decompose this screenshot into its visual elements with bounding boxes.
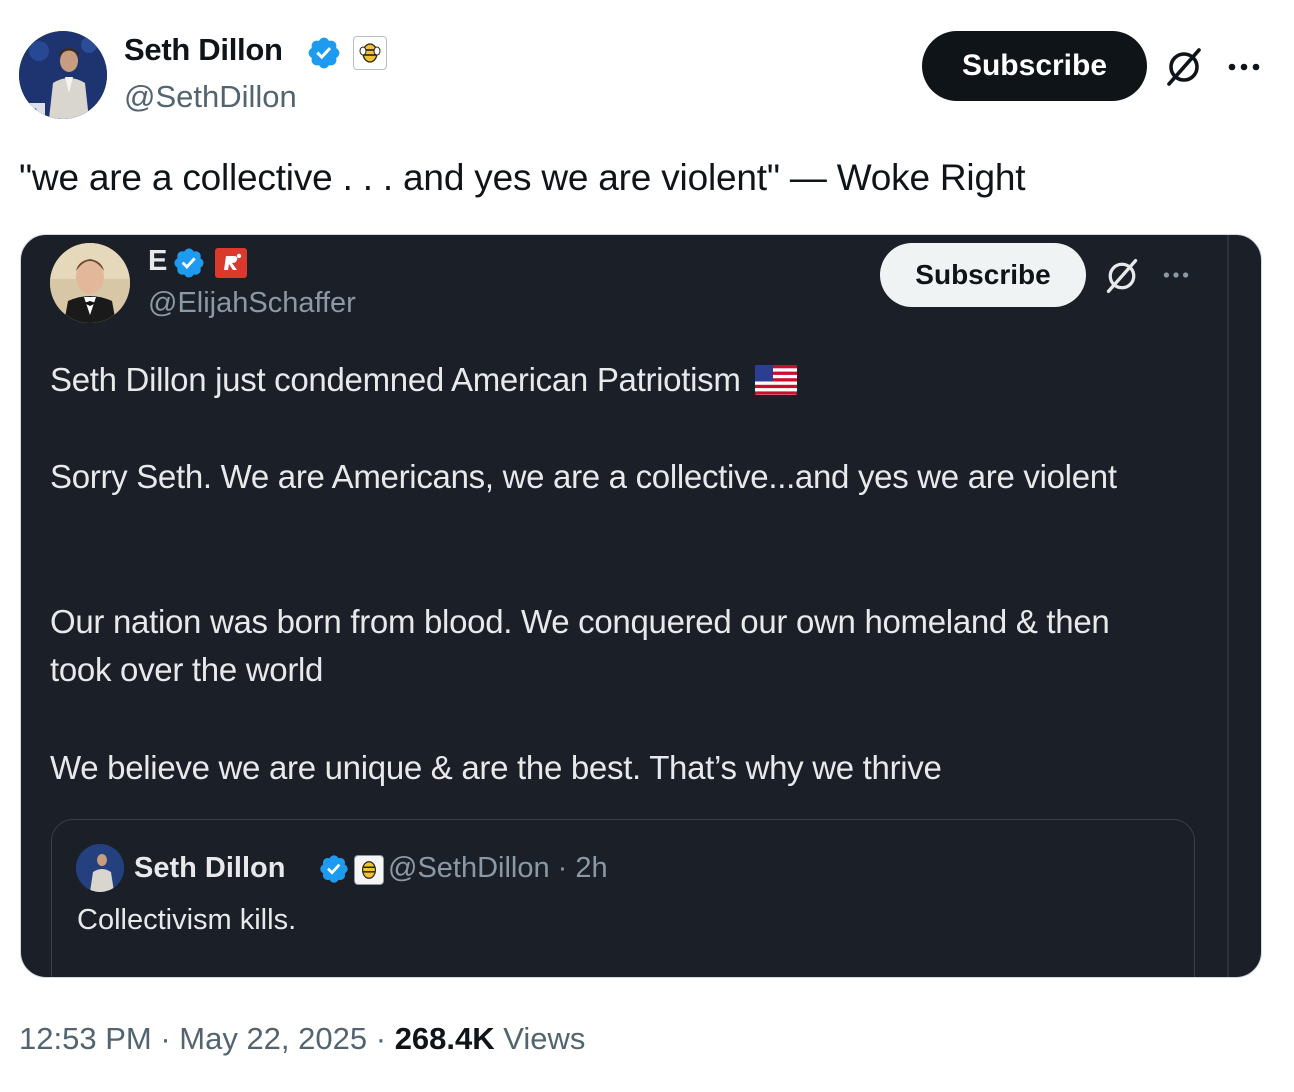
embedded-author-handle: @ElijahSchaffer bbox=[148, 287, 356, 319]
grok-icon[interactable] bbox=[1163, 46, 1205, 88]
author-handle[interactable]: @SethDillon bbox=[124, 79, 297, 115]
quoted-author-avatar bbox=[76, 844, 124, 892]
embedded-more-icon bbox=[1159, 263, 1193, 287]
embedded-author-display-name: E bbox=[148, 245, 168, 277]
quoted-babylon-bee-logo-icon bbox=[354, 855, 384, 885]
quoted-tweet: Seth Dillon @SethDillon · 2h Collectivis… bbox=[51, 819, 1195, 977]
author-avatar[interactable]: ON bbox=[19, 31, 107, 119]
embedded-paragraph-1: Seth Dillon just condemned American Patr… bbox=[50, 356, 798, 404]
quoted-verified-badge-icon bbox=[320, 855, 348, 883]
embedded-author-avatar bbox=[50, 243, 130, 323]
author-display-name[interactable]: Seth Dillon bbox=[124, 32, 283, 68]
views-label: Views bbox=[503, 1021, 586, 1056]
tweet-metadata: 12:53 PM · May 22, 2025 · 268.4K Views bbox=[19, 1021, 585, 1057]
embedded-paragraph-3: Our nation was born from blood. We conqu… bbox=[50, 603, 1110, 688]
verified-badge-icon bbox=[308, 37, 340, 69]
red-affiliate-logo-icon bbox=[215, 248, 247, 278]
embedded-screenshot[interactable]: E @ElijahSchaffer Subscribe Seth Dillon … bbox=[20, 234, 1262, 978]
quoted-handle-time: @SethDillon · 2h bbox=[388, 852, 608, 884]
more-options-icon[interactable] bbox=[1224, 52, 1264, 82]
views-count: 268.4K bbox=[394, 1021, 495, 1056]
embedded-tweet: E @ElijahSchaffer Subscribe Seth Dillon … bbox=[21, 235, 1229, 977]
tweet-text: "we are a collective . . . and yes we ar… bbox=[19, 157, 1026, 198]
tweet-time[interactable]: 12:53 PM bbox=[19, 1021, 152, 1056]
quoted-author-display-name: Seth Dillon bbox=[134, 852, 286, 884]
embedded-paragraph-4: We believe we are unique & are the best.… bbox=[50, 749, 942, 786]
svg-text:ON: ON bbox=[22, 108, 37, 118]
embedded-verified-badge-icon bbox=[174, 248, 204, 278]
embedded-paragraph-2: Sorry Seth. We are Americans, we are a c… bbox=[50, 458, 1117, 495]
babylon-bee-logo-icon[interactable] bbox=[353, 36, 387, 70]
embedded-grok-icon bbox=[1103, 257, 1141, 295]
embedded-subscribe-button: Subscribe bbox=[880, 243, 1086, 307]
tweet-date[interactable]: May 22, 2025 bbox=[179, 1021, 367, 1056]
separator-dot: · bbox=[375, 1021, 395, 1056]
quoted-tweet-text: Collectivism kills. bbox=[77, 904, 297, 936]
subscribe-button[interactable]: Subscribe bbox=[922, 31, 1147, 101]
separator-dot: · bbox=[160, 1021, 180, 1056]
us-flag-icon bbox=[755, 365, 798, 395]
